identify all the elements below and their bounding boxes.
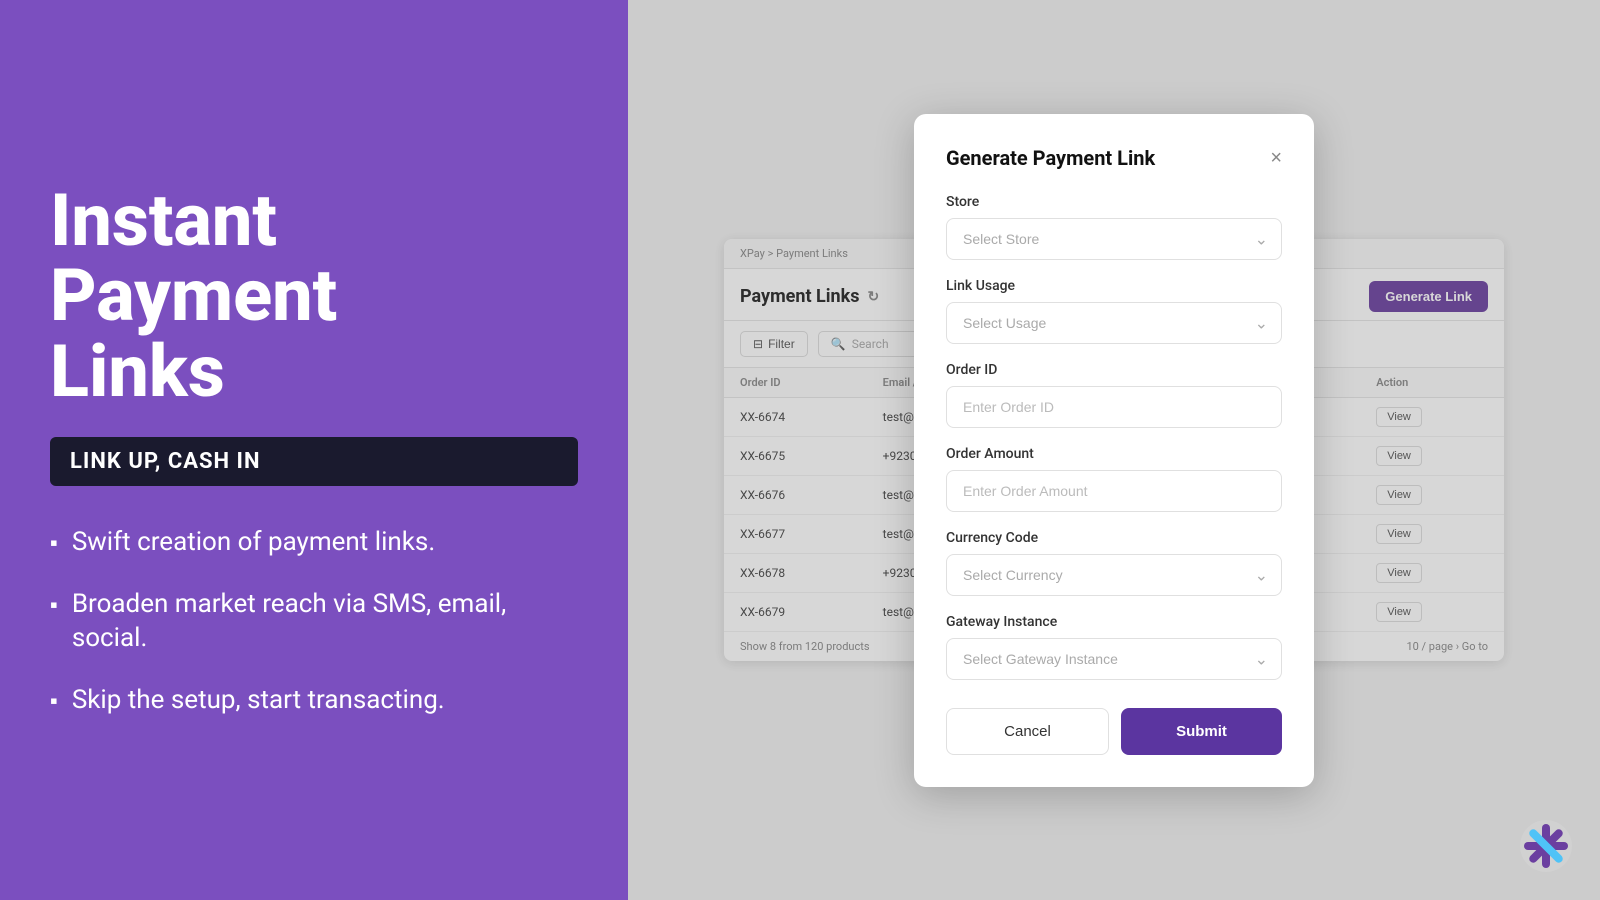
link-usage-label: Link Usage (946, 278, 1282, 294)
currency-select[interactable]: Select Currency (946, 554, 1282, 596)
link-usage-select[interactable]: Select Usage (946, 302, 1282, 344)
store-label: Store (946, 194, 1282, 210)
order-id-field: Order ID (946, 362, 1282, 428)
gateway-label: Gateway Instance (946, 614, 1282, 630)
modal-title: Generate Payment Link (946, 146, 1155, 170)
modal-footer: Cancel Submit (946, 708, 1282, 755)
currency-field: Currency Code Select Currency (946, 530, 1282, 596)
submit-button[interactable]: Submit (1121, 708, 1282, 755)
order-amount-field: Order Amount (946, 446, 1282, 512)
modal-overlay: Generate Payment Link × Store Select Sto… (628, 0, 1600, 900)
modal-header: Generate Payment Link × (946, 146, 1282, 170)
order-amount-input[interactable] (946, 470, 1282, 512)
order-amount-label: Order Amount (946, 446, 1282, 462)
link-usage-field: Link Usage Select Usage (946, 278, 1282, 344)
order-id-input[interactable] (946, 386, 1282, 428)
bullet-item-1: Swift creation of payment links. (50, 526, 578, 560)
currency-label: Currency Code (946, 530, 1282, 546)
gateway-field: Gateway Instance Select Gateway Instance (946, 614, 1282, 680)
bullet-item-3: Skip the setup, start transacting. (50, 684, 578, 718)
left-panel: Instant Payment Links LINK UP, CASH IN S… (0, 0, 628, 900)
bullet-list: Swift creation of payment links. Broaden… (50, 526, 578, 717)
order-id-label: Order ID (946, 362, 1282, 378)
link-usage-select-wrapper: Select Usage (946, 302, 1282, 344)
main-heading: Instant Payment Links (50, 183, 578, 410)
modal-dialog: Generate Payment Link × Store Select Sto… (914, 114, 1314, 787)
cancel-button[interactable]: Cancel (946, 708, 1109, 755)
currency-select-wrapper: Select Currency (946, 554, 1282, 596)
gateway-select-wrapper: Select Gateway Instance (946, 638, 1282, 680)
right-panel: XPay > Payment Links Payment Links ↻ Gen… (628, 0, 1600, 900)
tagline-badge: LINK UP, CASH IN (50, 437, 578, 486)
gateway-select[interactable]: Select Gateway Instance (946, 638, 1282, 680)
close-button[interactable]: × (1270, 148, 1282, 168)
bullet-item-2: Broaden market reach via SMS, email, soc… (50, 588, 578, 656)
store-select-wrapper: Select Store (946, 218, 1282, 260)
store-select[interactable]: Select Store (946, 218, 1282, 260)
store-field: Store Select Store (946, 194, 1282, 260)
xpay-logo (1520, 820, 1572, 872)
